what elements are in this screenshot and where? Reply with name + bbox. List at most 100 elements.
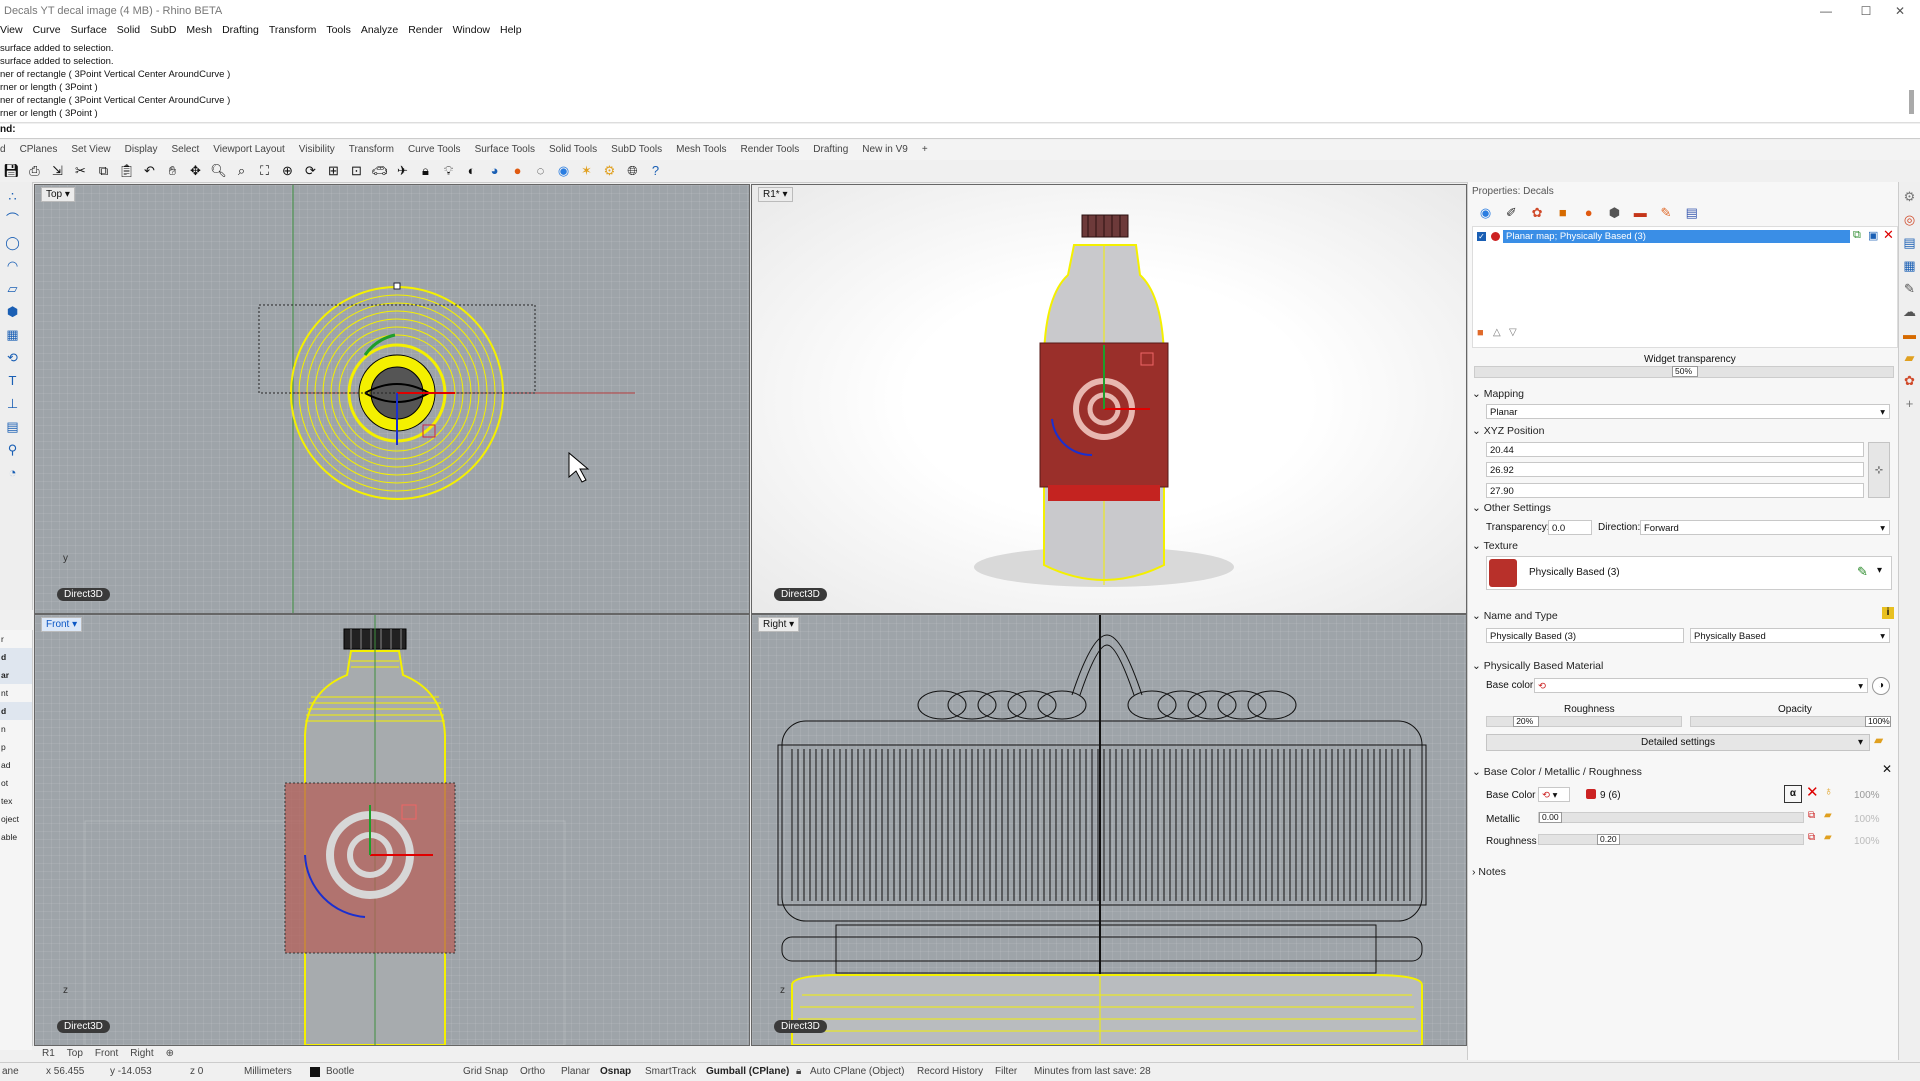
cut-icon[interactable]: ✂ (72, 162, 89, 179)
toolbar-tab[interactable]: Curve Tools (408, 140, 461, 160)
menu-drafting[interactable]: Drafting (222, 24, 259, 36)
help-panel-icon[interactable]: ✎ (1901, 280, 1918, 297)
toolbar-tab[interactable]: Drafting (813, 140, 848, 160)
smarttrack-toggle[interactable]: SmartTrack (645, 1063, 696, 1081)
menu-window[interactable]: Window (453, 24, 490, 36)
object-props-icon[interactable]: ◉ (1477, 204, 1494, 221)
box-props-icon[interactable]: ⬢ (1606, 204, 1623, 221)
toolbar-tab[interactable]: SubD Tools (611, 140, 662, 160)
zoom-window-icon[interactable]: ⌕ (233, 162, 250, 179)
material-icon[interactable]: ◉ (555, 162, 572, 179)
mapping-section[interactable]: ⌄ Mapping (1472, 388, 1524, 400)
star-icon[interactable]: ✶ (578, 162, 595, 179)
close-button[interactable]: ✕ (1880, 2, 1920, 20)
dimension-icon[interactable]: ⊥ (4, 395, 21, 412)
osnap-toggle[interactable]: Osnap (600, 1063, 631, 1081)
texture-menu-icon[interactable]: ▾ (1877, 565, 1882, 576)
texture-props-icon[interactable]: ▬ (1632, 204, 1649, 221)
left-panel-item[interactable]: d (0, 702, 32, 720)
material-props-icon[interactable]: ✿ (1529, 204, 1546, 221)
mesh-icon[interactable]: ▦ (4, 326, 21, 343)
base-color-row-swatch[interactable]: ⟲ ▾ (1538, 787, 1570, 802)
new-decal-icon[interactable]: ■ (1477, 327, 1484, 339)
viewport-front[interactable]: Front ▾ z Direct3D (34, 614, 750, 1046)
plane-icon[interactable]: ✈︎ (394, 162, 411, 179)
render-props-icon[interactable]: ● (1580, 204, 1597, 221)
viewport-tab[interactable]: Top (67, 1048, 83, 1059)
solid-icon[interactable]: ⬢ (4, 303, 21, 320)
other-settings-section[interactable]: ⌄ Other Settings (1472, 502, 1551, 514)
print-icon[interactable]: ⎙ (26, 162, 43, 179)
base-color-swatch[interactable]: ⟲ ▾ (1534, 678, 1868, 693)
render-icon[interactable]: ◔ (4, 464, 21, 481)
base-color-texture[interactable]: 9 (6) (1600, 790, 1621, 801)
circle-icon[interactable]: ◯ (4, 234, 21, 251)
viewport-tab[interactable]: Right (130, 1048, 153, 1059)
left-panel-item[interactable]: tex (0, 792, 32, 810)
zoom-icon[interactable]: 🔍︎ (210, 162, 227, 179)
bcmr-section[interactable]: ⌄ Base Color / Metallic / Roughness (1472, 766, 1642, 778)
left-panel-item[interactable]: r (0, 630, 32, 648)
curve-props-icon[interactable]: ✐ (1503, 204, 1520, 221)
texture-section[interactable]: ⌄ Texture (1472, 540, 1518, 552)
gumball-toggle[interactable]: Gumball (CPlane) (706, 1063, 789, 1081)
history-scrollbar[interactable] (1909, 90, 1914, 114)
cplane-icon[interactable]: ⊡ (348, 162, 365, 179)
viewport-tab[interactable]: R1 (42, 1048, 55, 1059)
menu-surface[interactable]: Surface (71, 24, 107, 36)
grid-snap-toggle[interactable]: Grid Snap (463, 1063, 508, 1081)
alpha-icon[interactable]: α (1784, 785, 1802, 803)
left-panel-item[interactable]: ot (0, 774, 32, 792)
zoom-selected-icon[interactable]: ⊕ (279, 162, 296, 179)
pick-position-button[interactable]: ⊹ (1868, 442, 1890, 498)
left-panel-item[interactable]: able (0, 828, 32, 846)
base-color-pct[interactable]: 100% (1854, 790, 1880, 801)
block-icon[interactable]: ▤ (4, 418, 21, 435)
toolbar-tab[interactable]: + (922, 140, 928, 160)
decal-props-icon[interactable]: ■ (1554, 204, 1571, 221)
minimize-button[interactable]: — (1806, 2, 1846, 20)
remove-texture-icon[interactable]: ✕ (1806, 783, 1819, 801)
toolbar-tab[interactable]: Surface Tools (475, 140, 535, 160)
texture-slot[interactable]: Physically Based (3) ✎ ▾ (1486, 556, 1892, 590)
toolbar-tab[interactable]: Viewport Layout (213, 140, 285, 160)
close-section-icon[interactable]: ✕ (1882, 762, 1892, 776)
toolbar-tab[interactable]: CPlanes (20, 140, 58, 160)
record-history-toggle[interactable]: Record History (917, 1063, 983, 1081)
layers-props-icon[interactable]: ▤ (1683, 204, 1700, 221)
surface-icon[interactable]: ▱ (4, 280, 21, 297)
planar-toggle[interactable]: Planar (561, 1063, 590, 1081)
menu-solid[interactable]: Solid (117, 24, 140, 36)
material-type-select[interactable]: Physically Based ▾ (1690, 628, 1890, 643)
command-prompt[interactable]: nd: (0, 124, 1920, 139)
move-down-icon[interactable]: ▽ (1509, 327, 1517, 338)
move-up-icon[interactable]: △ (1493, 327, 1501, 338)
detailed-settings-button[interactable]: Detailed settings ▾ (1486, 734, 1870, 751)
direction-select[interactable]: Forward ▾ (1640, 520, 1890, 535)
z-position-field[interactable]: 27.90 (1486, 483, 1864, 498)
opacity-slider[interactable]: 100% (1690, 716, 1891, 727)
roughness-texture-icon[interactable]: ⧉ (1808, 832, 1815, 843)
decal-list-item[interactable]: Planar map; Physically Based (3) (1503, 230, 1850, 243)
save-icon[interactable]: 💾︎ (3, 162, 20, 179)
filter-toggle[interactable]: Filter (995, 1063, 1017, 1081)
gear-icon[interactable]: ⚙ (1901, 188, 1918, 205)
name-type-section[interactable]: ⌄ Name and Type (1472, 610, 1558, 622)
left-panel-item[interactable]: ad (0, 756, 32, 774)
viewport-r1[interactable]: R1* ▾ Direct3D (751, 184, 1467, 614)
opacity-knob[interactable]: 100% (1865, 716, 1891, 727)
four-views-icon[interactable]: ⊞ (325, 162, 342, 179)
xyz-section[interactable]: ⌄ XYZ Position (1472, 425, 1544, 437)
menu-transform[interactable]: Transform (269, 24, 316, 36)
text-icon[interactable]: T (4, 372, 21, 389)
lock-icon[interactable]: 🔒︎ (417, 162, 434, 179)
analyze-icon[interactable]: ⚲ (4, 441, 21, 458)
left-panel-item[interactable]: oject (0, 810, 32, 828)
viewport-right[interactable]: Right ▾ z Direct3D (751, 614, 1467, 1046)
y-position-field[interactable]: 26.92 (1486, 462, 1864, 477)
widget-transparency-knob[interactable]: 50% (1672, 366, 1698, 377)
libraries-panel-icon[interactable]: ☁ (1901, 303, 1918, 320)
info-icon[interactable]: i (1882, 607, 1894, 619)
metallic-knob[interactable]: 0.00 (1539, 812, 1562, 823)
undo-icon[interactable]: ↶ (141, 162, 158, 179)
